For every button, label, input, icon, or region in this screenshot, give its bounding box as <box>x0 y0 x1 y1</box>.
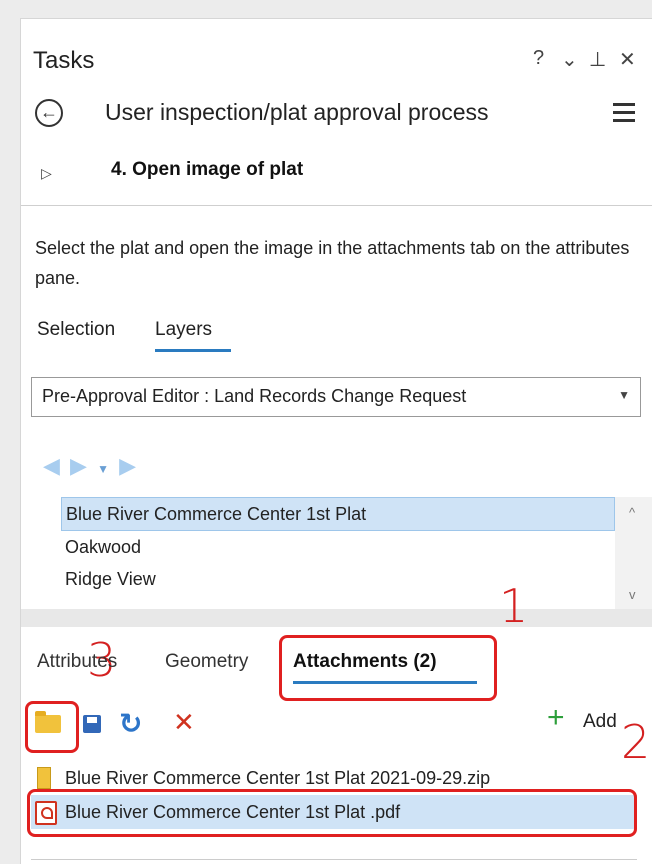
refresh-icon[interactable]: ↻ <box>119 707 142 740</box>
add-button-label[interactable]: Add <box>583 711 617 733</box>
help-icon[interactable]: ? <box>533 47 544 70</box>
pin-icon[interactable]: ⊥ <box>589 47 606 72</box>
layer-dropdown-value: Pre-Approval Editor : Land Records Chang… <box>42 386 467 406</box>
list-item[interactable]: Oakwood <box>61 531 615 563</box>
annotation-number-1: 1 <box>499 579 529 633</box>
step-title: 4. Open image of plat <box>111 159 304 180</box>
pane-splitter[interactable] <box>21 609 652 627</box>
tasks-pane: Tasks ? ⌄ ⊥ ✕ ← User inspection/plat app… <box>20 18 652 864</box>
dropdown-arrow-icon: ▼ <box>618 388 630 402</box>
nav-dropdown-icon[interactable]: ▼ <box>97 462 111 476</box>
expand-triangle-icon[interactable]: ▷ <box>41 165 52 182</box>
delete-icon[interactable]: ✕ <box>173 707 195 738</box>
pane-title: Tasks <box>33 47 95 74</box>
tab-selection[interactable]: Selection <box>37 319 115 341</box>
highlight-box-open <box>25 701 79 753</box>
list-item[interactable]: Blue River Commerce Center 1st Plat <box>61 497 615 531</box>
divider <box>21 205 652 206</box>
chevron-down-icon[interactable]: ⌄ <box>561 47 578 72</box>
step-description: Select the plat and open the image in th… <box>35 238 630 288</box>
scroll-down-icon[interactable]: v <box>629 587 636 602</box>
hamburger-menu-icon[interactable] <box>613 103 635 127</box>
save-icon[interactable] <box>83 715 101 733</box>
feature-list: Blue River Commerce Center 1st Plat Oakw… <box>61 497 615 595</box>
feature-navigation: ◀ ▶ ▼ ▶ <box>43 453 138 479</box>
tab-geometry[interactable]: Geometry <box>165 651 248 673</box>
next-feature-icon[interactable]: ▶ <box>70 453 89 478</box>
active-tab-indicator <box>155 349 231 352</box>
back-arrow-icon[interactable]: ← <box>35 99 63 127</box>
scroll-up-icon[interactable]: ^ <box>629 505 635 520</box>
tab-layers[interactable]: Layers <box>155 319 212 341</box>
highlight-box-attachments <box>279 635 497 701</box>
add-icon[interactable]: + <box>547 701 565 735</box>
list-border <box>31 859 637 860</box>
previous-feature-icon[interactable]: ◀ <box>43 453 62 478</box>
highlight-box-pdf <box>27 789 637 837</box>
list-item[interactable]: Ridge View <box>61 563 615 595</box>
list-scrollbar[interactable]: ^ v <box>615 497 652 611</box>
layer-dropdown[interactable]: Pre-Approval Editor : Land Records Chang… <box>31 377 641 417</box>
tab-attributes[interactable]: Attributes <box>37 651 117 673</box>
zip-file-icon <box>37 767 51 789</box>
task-title: User inspection/plat approval process <box>105 99 489 125</box>
last-feature-icon[interactable]: ▶ <box>119 453 138 478</box>
close-icon[interactable]: ✕ <box>619 47 636 72</box>
